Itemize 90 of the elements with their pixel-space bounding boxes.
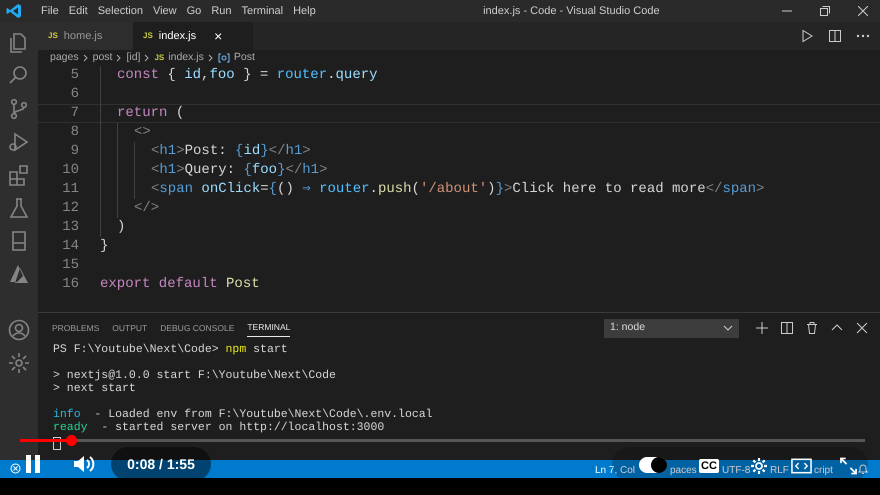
breadcrumb-item[interactable]: index.js xyxy=(168,50,204,66)
error-icon[interactable] xyxy=(10,463,21,474)
restore-icon[interactable] xyxy=(820,6,830,16)
js-file-icon: JS xyxy=(143,30,153,42)
code-line: </> xyxy=(134,199,160,218)
line-number: 10 xyxy=(61,161,80,180)
line-number: 12 xyxy=(61,199,80,218)
volume-icon xyxy=(72,454,96,474)
code-line: <h1>Query: {foo}</h1> xyxy=(151,161,328,180)
breadcrumb-item[interactable]: [id] xyxy=(126,50,140,66)
close-icon[interactable] xyxy=(856,322,868,334)
account-icon[interactable] xyxy=(7,318,31,342)
line-number: 11 xyxy=(61,180,80,199)
breadcrumb-item[interactable]: pages xyxy=(50,50,79,66)
terminal-line: > nextjs@1.0.0 start F:\Youtube\Next\Code xyxy=(53,369,336,382)
breadcrumb-item[interactable]: Post xyxy=(234,50,255,66)
terminal-line: > next start xyxy=(53,382,136,395)
chevron-icon xyxy=(208,54,214,62)
js-file-icon: JS xyxy=(154,52,164,64)
split-terminal-icon[interactable] xyxy=(781,322,793,334)
status-item[interactable]: cript xyxy=(814,463,833,478)
fullscreen-button[interactable] xyxy=(840,457,857,475)
close-icon[interactable] xyxy=(858,6,868,16)
line-number: 9 xyxy=(70,142,80,161)
code-line: export default Post xyxy=(100,275,260,294)
panel-tab[interactable]: OUTPUT xyxy=(112,320,148,336)
panel-tab[interactable]: TERMINAL xyxy=(247,319,290,337)
line-number: 13 xyxy=(61,218,80,237)
panel-tab[interactable]: PROBLEMS xyxy=(52,320,100,336)
menu-item[interactable]: Go xyxy=(182,2,206,20)
line-number: 15 xyxy=(61,256,80,275)
status-item[interactable]: UTF-8 xyxy=(722,463,750,478)
menu-item[interactable]: Help xyxy=(288,2,321,20)
editor-tab[interactable]: JS index.js × xyxy=(133,22,253,50)
menu-item[interactable]: Terminal xyxy=(236,2,288,20)
symbol-icon xyxy=(218,53,230,63)
window-title: index.js - Code - Visual Studio Code xyxy=(482,4,660,19)
chevron-icon xyxy=(116,54,122,62)
menu-item[interactable]: Edit xyxy=(64,2,93,20)
breadcrumb-item[interactable]: post xyxy=(92,50,112,66)
flask-icon[interactable] xyxy=(7,196,31,220)
menu-item[interactable]: Run xyxy=(206,2,236,20)
status-item[interactable]: paces xyxy=(670,463,697,478)
status-item[interactable]: Ln 7, Col xyxy=(595,463,636,478)
line-number: 6 xyxy=(70,85,80,104)
menu-item[interactable]: Selection xyxy=(92,2,148,20)
menu-item[interactable]: View xyxy=(148,2,182,20)
settings-button[interactable] xyxy=(750,457,768,475)
run-debug-icon[interactable] xyxy=(7,130,31,154)
code-line: } xyxy=(100,237,108,256)
code-line: return ( xyxy=(117,104,184,123)
line-number: 8 xyxy=(70,123,80,142)
trash-icon[interactable] xyxy=(806,322,818,334)
pause-icon xyxy=(25,454,41,474)
line-number: 16 xyxy=(61,275,80,294)
settings-icon xyxy=(750,457,768,475)
time-display: 0:08 / 1:55 xyxy=(127,454,195,474)
code-line: <span onClick={() ⇒ router.push('/about')}>Click here to read more</span> xyxy=(151,180,764,199)
extensions-icon[interactable] xyxy=(7,163,31,187)
app-logo-icon xyxy=(6,3,22,19)
code-line: <> xyxy=(134,123,151,142)
code-line: const { id,foo } = router.query xyxy=(117,66,378,85)
panel-tab[interactable]: DEBUG CONSOLE xyxy=(160,320,234,336)
miniplayer-icon xyxy=(791,458,812,474)
line-number: 14 xyxy=(61,237,80,256)
fullscreen-icon xyxy=(840,457,857,475)
captions-button[interactable]: CC xyxy=(699,458,719,474)
chevron-icon xyxy=(144,54,150,62)
terminal-line: PS F:\Youtube\Next\Code> npm start xyxy=(53,343,288,356)
js-file-icon: JS xyxy=(48,30,58,42)
chevron-down-icon xyxy=(723,325,733,331)
editor-tab[interactable]: JS home.js xyxy=(38,22,133,50)
miniplayer-button[interactable] xyxy=(791,458,812,474)
autoplay-toggle[interactable] xyxy=(639,457,667,473)
code-line: ) xyxy=(117,218,126,237)
terminal-line: ready - started server on http://localhost:3000 xyxy=(53,421,384,434)
split-editor-icon[interactable] xyxy=(828,29,842,43)
bell-icon[interactable] xyxy=(857,463,869,475)
terminal-select[interactable]: 1: node xyxy=(604,318,739,338)
gear-icon[interactable] xyxy=(7,351,31,375)
close-tab-icon[interactable]: × xyxy=(214,26,222,46)
line-number: 7 xyxy=(70,104,80,123)
menu-item[interactable]: File xyxy=(36,2,64,20)
play-icon[interactable] xyxy=(800,29,814,43)
line-number: 5 xyxy=(70,66,80,85)
chevron-icon xyxy=(82,54,89,62)
plus-icon[interactable] xyxy=(756,322,768,334)
terminal-line: info - Loaded env from F:\Youtube\Next\Code\.env.local xyxy=(53,408,433,421)
code-line: <h1>Post: {id}</h1> xyxy=(151,142,311,161)
status-item[interactable]: RLF xyxy=(770,463,789,478)
